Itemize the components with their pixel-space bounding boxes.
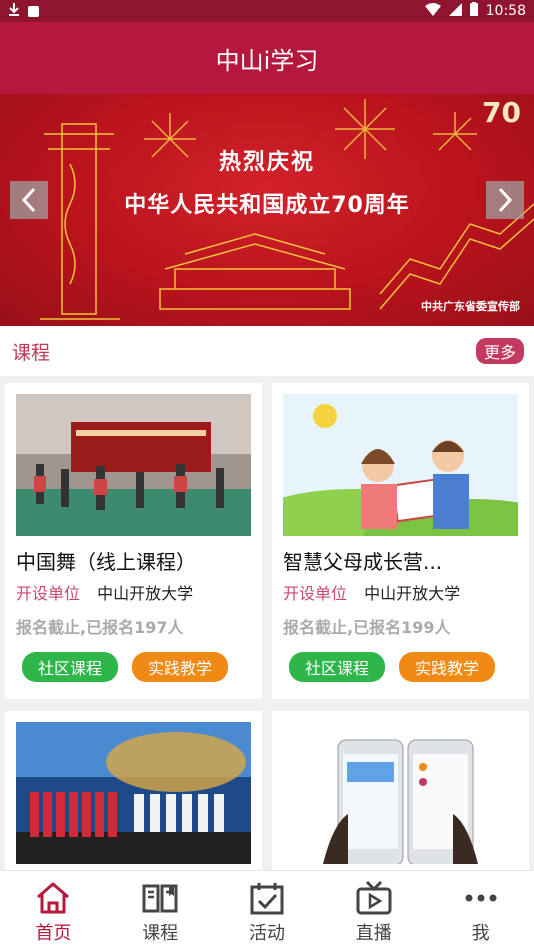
banner-subtitle: 中华人民共和国成立70周年 (124, 193, 410, 218)
svg-text:70: 70 (482, 96, 521, 129)
tab-label: 首页 (35, 923, 72, 944)
app-bar: 中山i学习 (0, 22, 534, 94)
tag-community[interactable]: 社区课程 (289, 652, 386, 682)
enroll-status: 报名截止,已报名197人 (16, 618, 184, 637)
course-org-row: 开设单位 中山开放大学 (16, 580, 251, 604)
tab-live[interactable]: 直播 (320, 871, 427, 950)
tag-practice[interactable]: 实践教学 (399, 652, 496, 682)
banner-carousel[interactable]: 70 热烈庆祝 中华人民共和国成立70周年 中共广东省委宣传部 (0, 94, 534, 326)
tab-label: 活动 (248, 923, 285, 944)
course-card[interactable]: 中国舞（线上课程） 开设单位 中山开放大学 报名截止,已报名197人 社区课程 … (5, 383, 262, 699)
banner-prev-button[interactable] (10, 181, 48, 219)
more-dots-icon (465, 894, 497, 902)
book-icon (142, 884, 178, 913)
course-tags: 社区课程 实践教学 (16, 652, 251, 682)
notification-icon (28, 5, 39, 17)
tab-label: 直播 (355, 923, 392, 944)
tab-me[interactable]: 我 (427, 871, 534, 950)
org-name: 中山开放大学 (97, 584, 194, 603)
status-bar: 10:58 (0, 0, 534, 22)
chevron-right-icon (498, 187, 513, 213)
section-title: 课程 (12, 341, 51, 364)
app-title: 中山i学习 (215, 46, 319, 75)
course-thumbnail (16, 722, 251, 864)
course-card[interactable] (5, 711, 262, 871)
signal-icon (448, 2, 462, 20)
course-thumbnail (16, 394, 251, 536)
banner-credit: 中共广东省委宣传部 (421, 300, 520, 313)
calendar-check-icon (250, 883, 284, 915)
course-org-row: 开设单位 中山开放大学 (283, 580, 518, 604)
tab-label: 课程 (142, 923, 179, 944)
enroll-status: 报名截止,已报名199人 (283, 618, 451, 637)
bottom-tab-bar: 首页 课程 活动 直播 我 (0, 870, 534, 950)
banner-next-button[interactable] (486, 181, 524, 219)
tag-practice[interactable]: 实践教学 (132, 652, 229, 682)
tab-activity[interactable]: 活动 (214, 871, 321, 950)
tab-course[interactable]: 课程 (107, 871, 214, 950)
status-time: 10:58 (485, 3, 526, 19)
course-card[interactable] (272, 711, 529, 871)
tab-home[interactable]: 首页 (0, 871, 107, 950)
course-thumbnail (283, 722, 518, 864)
tag-community[interactable]: 社区课程 (22, 652, 119, 682)
battery-icon (469, 2, 478, 20)
more-button[interactable]: 更多 (475, 338, 524, 364)
org-name: 中山开放大学 (364, 584, 461, 603)
tv-play-icon (356, 881, 392, 915)
home-icon (37, 882, 70, 914)
course-card[interactable]: 智慧父母成长营... 开设单位 中山开放大学 报名截止,已报名199人 社区课程… (272, 383, 529, 699)
course-tags: 社区课程 实践教学 (283, 652, 518, 682)
org-label: 开设单位 (283, 584, 348, 603)
download-icon (8, 2, 20, 20)
tab-label: 我 (471, 923, 490, 944)
banner-title: 热烈庆祝 (218, 150, 315, 175)
course-title: 智慧父母成长营... (283, 550, 443, 574)
chevron-left-icon (21, 187, 36, 213)
course-section-header: 课程 更多 (0, 326, 534, 376)
course-thumbnail (283, 394, 518, 536)
wifi-icon (424, 2, 441, 20)
course-title: 中国舞（线上课程） (16, 550, 196, 574)
course-grid: 中国舞（线上课程） 开设单位 中山开放大学 报名截止,已报名197人 社区课程 … (0, 376, 534, 871)
org-label: 开设单位 (16, 584, 81, 603)
